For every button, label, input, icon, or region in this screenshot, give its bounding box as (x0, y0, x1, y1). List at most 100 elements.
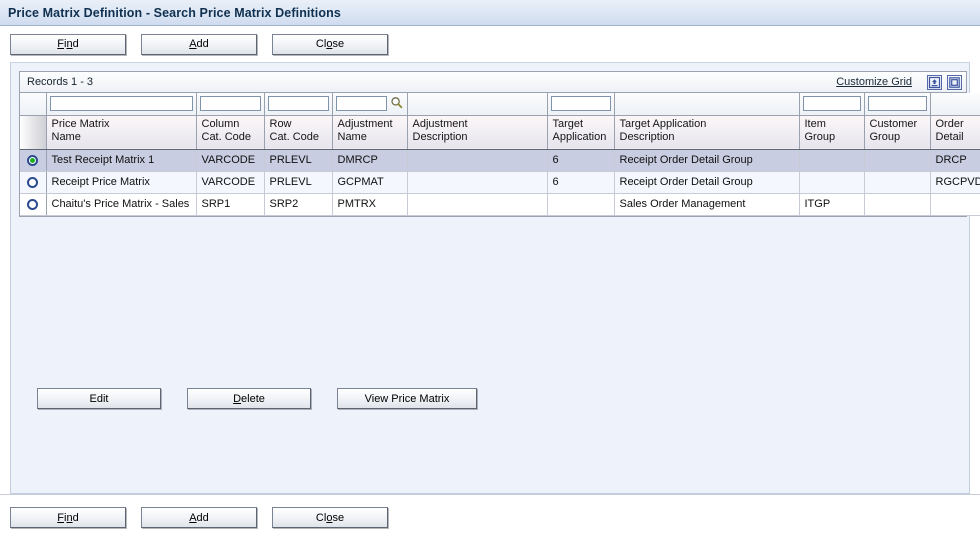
cell-adjustment-name: PMTRX (332, 193, 408, 216)
filter-cell-item-group (799, 93, 865, 116)
page-title: Price Matrix Definition - Search Price M… (8, 5, 341, 20)
column-header-order-detail[interactable]: Order Detail (930, 115, 980, 150)
cell-order-detail: RGCPVDL (930, 171, 980, 194)
filter-cell-row-cat-code (264, 93, 333, 116)
add-button-top[interactable]: Add (141, 33, 257, 55)
cell-column-cat-code: VARCODE (196, 171, 265, 194)
row-radio-button[interactable] (27, 198, 39, 210)
filter-input-price-matrix-name[interactable] (49, 96, 193, 112)
column-header-price-matrix-name[interactable]: Price Matrix Name (46, 115, 197, 150)
add-button-bottom[interactable]: Add (141, 507, 257, 528)
cell-price-matrix-name: Receipt Price Matrix (46, 171, 197, 194)
search-icon[interactable] (390, 96, 404, 112)
column-header-item-group[interactable]: Item Group (799, 115, 865, 150)
column-header-line2: Name (337, 131, 367, 143)
cell-customer-group (864, 193, 931, 216)
window-title-bar: Price Matrix Definition - Search Price M… (0, 0, 980, 26)
column-header-line1: Target Application (619, 117, 707, 130)
row-selector-cell[interactable] (20, 193, 47, 216)
column-header-line1: Row (269, 117, 292, 130)
cell-row-cat-code: PRLEVL (264, 171, 333, 194)
column-header-adjustment-name[interactable]: Adjustment Name (332, 115, 408, 150)
top-toolbar: Find Add Close (0, 26, 980, 62)
column-header-line2: Group (804, 131, 836, 143)
find-button-top[interactable]: Find (10, 33, 126, 55)
close-button-bottom[interactable]: Close (272, 507, 388, 528)
add-button-bottom-label: Add (189, 511, 209, 524)
edit-button[interactable]: Edit (37, 388, 161, 409)
records-count-label: Records 1 - 3 (27, 76, 94, 88)
row-action-bar: Edit Delete View Price Matrix (37, 388, 477, 409)
cell-column-cat-code: VARCODE (196, 149, 265, 172)
find-button-bottom-label: Find (57, 511, 79, 524)
column-header-line1: Adjustment (337, 117, 393, 130)
table-row[interactable]: Chaitu's Price Matrix - Sales SRP1 SRP2 … (20, 193, 980, 216)
row-selector-cell[interactable] (20, 149, 47, 172)
filter-input-customer-group[interactable] (867, 96, 927, 112)
column-header-target-application[interactable]: Target Application (547, 115, 615, 150)
filter-cell-price-matrix-name (46, 93, 197, 116)
grid-header-row: Price Matrix Name Column Cat. Code Row C… (20, 115, 980, 150)
column-header-line2: Detail (935, 131, 964, 143)
results-grid: Records 1 - 3 Customize Grid Price Matri… (19, 71, 980, 217)
filter-cell-adjustment-description (407, 93, 548, 116)
cell-target-application-description: Receipt Order Detail Group (614, 149, 800, 172)
cell-target-application-description: Receipt Order Detail Group (614, 171, 800, 194)
column-header-customer-group[interactable]: Customer Group (864, 115, 931, 150)
filter-cell-target-application (547, 93, 615, 116)
cell-adjustment-name: GCPMAT (332, 171, 408, 194)
cell-target-application (547, 193, 615, 216)
cell-adjustment-name: DMRCP (332, 149, 408, 172)
edit-button-label: Edit (89, 392, 109, 405)
column-header-line1: Adjustment (412, 117, 468, 130)
grid-filter-row (20, 93, 980, 116)
table-row[interactable]: Test Receipt Matrix 1 VARCODE PRLEVL DMR… (20, 149, 980, 172)
filter-input-row-cat-code[interactable] (267, 96, 329, 112)
cell-target-application: 6 (547, 171, 615, 194)
export-icon[interactable] (927, 74, 942, 90)
filter-cell-radio (20, 93, 47, 116)
column-header-column-cat-code[interactable]: Column Cat. Code (196, 115, 265, 150)
grid-table: Price Matrix Name Column Cat. Code Row C… (20, 93, 980, 216)
column-header-line1: Order (935, 117, 964, 130)
row-radio-button[interactable] (27, 154, 39, 166)
cell-row-cat-code: SRP2 (264, 193, 333, 216)
cell-order-detail: DRCP (930, 149, 980, 172)
column-header-line2: Name (51, 131, 81, 143)
filter-input-column-cat-code[interactable] (199, 96, 261, 112)
column-header-target-application-description[interactable]: Target Application Description (614, 115, 800, 150)
cell-price-matrix-name: Test Receipt Matrix 1 (46, 149, 197, 172)
cell-row-cat-code: PRLEVL (264, 149, 333, 172)
row-selector-cell[interactable] (20, 171, 47, 194)
column-header-row-cat-code[interactable]: Row Cat. Code (264, 115, 333, 150)
column-header-line2: Application (552, 131, 607, 143)
delete-button[interactable]: Delete (187, 388, 311, 409)
find-button-bottom[interactable]: Find (10, 507, 126, 528)
filter-cell-target-application-description (614, 93, 800, 116)
view-price-matrix-button[interactable]: View Price Matrix (337, 388, 477, 409)
cell-target-application-description: Sales Order Management (614, 193, 800, 216)
filter-input-target-application[interactable] (550, 96, 611, 112)
table-row[interactable]: Receipt Price Matrix VARCODE PRLEVL GCPM… (20, 171, 980, 194)
column-header-line1: Target (552, 117, 584, 130)
column-header-line2: Group (869, 131, 901, 143)
column-header-adjustment-description[interactable]: Adjustment Description (407, 115, 548, 150)
column-header-selector (20, 115, 47, 150)
maximize-icon[interactable] (947, 74, 962, 90)
column-header-line1: Item (804, 117, 826, 130)
cell-item-group (799, 171, 865, 194)
customize-grid-link[interactable]: Customize Grid (836, 76, 912, 88)
find-button-top-label: Find (57, 38, 79, 50)
filter-cell-order-detail (930, 93, 980, 116)
column-header-line2: Description (412, 131, 468, 143)
close-button-bottom-label: Close (315, 511, 345, 524)
column-header-line2: Description (619, 131, 675, 143)
row-radio-button[interactable] (27, 176, 39, 188)
column-header-line1: Price Matrix (51, 117, 110, 130)
close-button-top[interactable]: Close (272, 33, 388, 55)
filter-input-adjustment-name[interactable] (335, 96, 387, 112)
grid-header-bar: Records 1 - 3 Customize Grid (20, 72, 966, 93)
content-panel: Records 1 - 3 Customize Grid Price Matri… (10, 62, 980, 494)
filter-input-item-group[interactable] (802, 96, 861, 112)
cell-adjustment-description (407, 149, 548, 172)
